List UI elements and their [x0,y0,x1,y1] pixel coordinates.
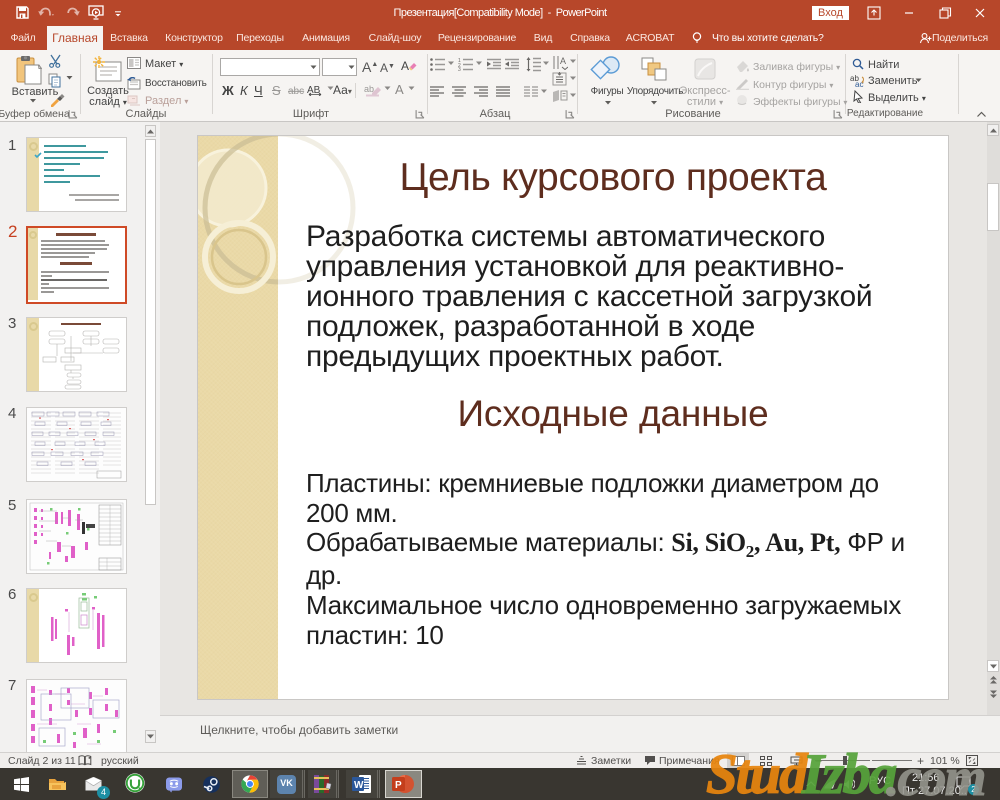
svg-text:P: P [395,780,402,791]
svg-text:Izba: Izba [801,743,897,800]
svg-text:ac: ac [855,80,863,88]
svg-text:А: А [560,56,566,66]
svg-text:W: W [354,780,364,791]
svg-text:Stud: Stud [706,743,809,800]
svg-text:abc: abc [288,86,304,97]
svg-text:.com: .com [886,747,984,800]
svg-text:3: 3 [458,67,461,71]
svg-text:А: А [401,59,409,73]
svg-text:А: А [395,82,404,97]
